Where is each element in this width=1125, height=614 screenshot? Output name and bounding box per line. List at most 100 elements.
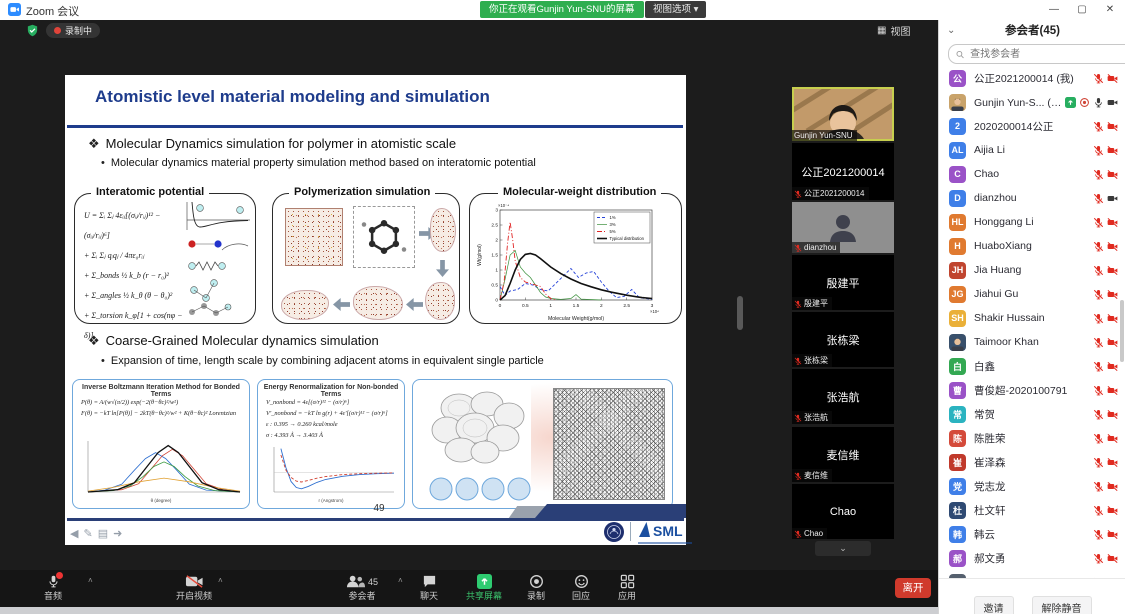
video-options-chevron[interactable]: ˄ xyxy=(218,576,223,585)
watching-banner: 你正在观看Gunjin Yun-SNU的屏幕 xyxy=(480,1,644,18)
search-input[interactable] xyxy=(968,48,1125,61)
audio-button[interactable]: 音频 xyxy=(44,574,62,601)
mic-muted-icon xyxy=(1093,553,1104,564)
energy-renormalization-panel: Energy Renormalization for Non-bonded Te… xyxy=(257,379,405,509)
camera-off-icon xyxy=(1107,457,1118,468)
footer-accent-blue xyxy=(535,504,686,518)
participants-scrollbar[interactable] xyxy=(1120,300,1124,362)
participant-row[interactable]: 白白鑫 xyxy=(939,354,1125,378)
chat-button[interactable]: 聊天 xyxy=(420,574,438,601)
participant-row[interactable]: 常常贺 xyxy=(939,402,1125,426)
audio-options-chevron[interactable]: ˄ xyxy=(88,576,93,585)
maximize-button[interactable]: ▢ xyxy=(1068,0,1096,20)
svg-text:Wt(g/mol): Wt(g/mol) xyxy=(477,244,483,266)
participant-row[interactable]: Ddianzhou xyxy=(939,186,1125,210)
participant-row[interactable]: 崔崔泽森 xyxy=(939,450,1125,474)
participant-row[interactable]: CChao xyxy=(939,162,1125,186)
mic-muted-icon xyxy=(1093,409,1104,420)
video-thumbnail[interactable]: 麦信维麦信维 xyxy=(792,427,894,482)
mic-muted-icon xyxy=(1093,73,1104,84)
leave-meeting-button[interactable]: 离开 xyxy=(895,578,931,598)
stage-scrollbar[interactable] xyxy=(737,296,743,330)
view-options-button[interactable]: 视图选项 ▾ xyxy=(645,1,706,18)
mic-muted-icon xyxy=(1093,433,1104,444)
participant-row[interactable]: JGJiahui Gu xyxy=(939,282,1125,306)
start-video-button[interactable]: 开启视频 xyxy=(176,574,212,601)
close-button[interactable]: ✕ xyxy=(1096,0,1124,20)
dot-bullet-icon: • xyxy=(101,157,105,169)
camera-off-icon xyxy=(1107,481,1118,492)
participant-row[interactable]: SHShakir Hussain xyxy=(939,306,1125,330)
svg-text:×10⁴: ×10⁴ xyxy=(650,309,659,314)
monomer-ring-icon xyxy=(354,207,414,267)
participant-status-icons xyxy=(1093,457,1118,468)
svg-text:1: 1 xyxy=(495,268,498,274)
participant-row[interactable]: Gunjin Yun-S... (主持人) xyxy=(939,90,1125,114)
audio-alert-badge xyxy=(56,572,63,579)
participant-row[interactable]: 22020200014公正 xyxy=(939,114,1125,138)
participant-row[interactable]: 郝郝文勇 xyxy=(939,546,1125,570)
more-thumbnails-button[interactable]: ⌄ xyxy=(815,541,871,556)
mic-muted-icon xyxy=(1093,145,1104,156)
participant-row[interactable]: JHJia Huang xyxy=(939,258,1125,282)
potential-diagrams xyxy=(182,200,252,318)
participant-avatar: 公 xyxy=(949,70,966,87)
record-button[interactable]: 录制 xyxy=(527,574,545,601)
mic-muted-icon xyxy=(794,414,802,422)
video-thumbnail[interactable]: 张栋梁张栋梁 xyxy=(792,312,894,367)
participant-status-icons xyxy=(1093,193,1118,204)
mic-muted-icon xyxy=(1093,289,1104,300)
collapse-chevron-icon[interactable]: ⌄ xyxy=(947,20,955,42)
participant-search[interactable] xyxy=(948,44,1125,64)
stage-view-button[interactable]: ▦ 视图 xyxy=(877,23,910,38)
participants-button[interactable]: 45 参会者 xyxy=(346,574,378,601)
crosslinked-network-image xyxy=(553,388,665,500)
mic-muted-icon xyxy=(1093,481,1104,492)
title-rule xyxy=(67,125,683,128)
participant-row[interactable]: 韩韩云 xyxy=(939,522,1125,546)
unmute-all-button[interactable]: 解除静音 xyxy=(1032,596,1092,614)
camera-off-icon xyxy=(1107,145,1118,156)
thumbnail-name-label: 张栋梁 xyxy=(792,354,832,367)
participant-avatar: SH xyxy=(949,310,966,327)
participant-row[interactable]: 陈陈胜荣 xyxy=(939,426,1125,450)
participant-row[interactable]: 曹曹俊超-2020100791 xyxy=(939,378,1125,402)
participant-status-icons xyxy=(1093,337,1118,348)
participant-status-icons xyxy=(1093,313,1118,324)
participant-name: HuaboXiang xyxy=(974,240,1093,252)
invite-button[interactable]: 邀请 xyxy=(974,596,1014,614)
thumbnail-name-label: Chao xyxy=(792,528,827,539)
participant-status-icons xyxy=(1093,433,1118,444)
apps-button[interactable]: 应用 xyxy=(618,574,636,601)
equation-line: ε : 0.395 → 0.260 kcal/mole xyxy=(266,419,388,430)
video-thumbnail[interactable]: dianzhou xyxy=(792,202,894,253)
participant-row[interactable] xyxy=(939,570,1125,578)
equation-line: U = Σᵢ Σⱼ 4εᵢⱼ[(σᵢⱼ/rᵢⱼ)¹² − (σᵢⱼ/rᵢⱼ)⁶] xyxy=(84,206,186,246)
video-thumbnail[interactable]: 公正2021200014公正2021200014 xyxy=(792,143,894,200)
reactions-button[interactable]: 回应 xyxy=(572,574,590,601)
participant-row[interactable]: ALAijia Li xyxy=(939,138,1125,162)
video-thumbnail[interactable]: Gunjin Yun-SNU xyxy=(792,87,894,141)
participant-row[interactable]: 党党志龙 xyxy=(939,474,1125,498)
arrow-down-icon xyxy=(436,260,449,277)
camera-off-icon xyxy=(1107,121,1118,132)
minimize-button[interactable]: — xyxy=(1040,0,1068,20)
video-thumbnail[interactable]: 张浩航张浩航 xyxy=(792,369,894,424)
security-shield-icon[interactable] xyxy=(26,24,39,37)
participant-name: 陈胜荣 xyxy=(974,431,1093,446)
participant-row[interactable]: Taimoor Khan xyxy=(939,330,1125,354)
participant-row[interactable]: HLHonggang Li xyxy=(939,210,1125,234)
video-thumbnail[interactable]: 殷建平殷建平 xyxy=(792,255,894,310)
participant-row[interactable]: 杜杜文轩 xyxy=(939,498,1125,522)
participant-row[interactable]: 公公正2021200014 (我) xyxy=(939,66,1125,90)
participants-options-chevron[interactable]: ˄ xyxy=(398,576,403,585)
mic-muted-icon xyxy=(794,190,802,198)
participant-avatar: D xyxy=(949,190,966,207)
search-icon xyxy=(956,50,964,59)
participant-name: 公正2021200014 (我) xyxy=(974,71,1093,86)
svg-text:Typical distribution: Typical distribution xyxy=(610,236,645,241)
share-screen-button[interactable]: 共享屏幕 xyxy=(466,574,502,601)
participant-row[interactable]: HHuaboXiang xyxy=(939,234,1125,258)
svg-text:1.5: 1.5 xyxy=(491,253,498,259)
video-thumbnail[interactable]: ChaoChao xyxy=(792,484,894,539)
